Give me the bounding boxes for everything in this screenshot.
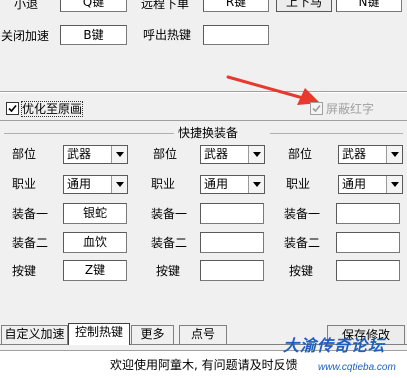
chevron-down-icon — [111, 146, 127, 163]
job-label-2: 职业 — [151, 177, 176, 191]
chevron-down-icon — [248, 146, 264, 163]
optimize-checkbox[interactable] — [6, 102, 19, 115]
chevron-down-icon — [386, 146, 402, 163]
slot-label-3: 部位 — [288, 147, 313, 161]
equip1-field-1[interactable]: 银蛇 — [63, 203, 127, 224]
key-field-3[interactable] — [336, 260, 400, 281]
label-call-hotkey: 呼出热键 — [143, 28, 192, 42]
separator-mid — [0, 120, 407, 121]
tab-control-hotkeys[interactable]: 控制热键 — [68, 323, 130, 345]
remote-order-key-field[interactable]: R键 — [203, 0, 269, 12]
key-label-3: 按键 — [289, 264, 314, 278]
chevron-down-icon — [248, 176, 264, 193]
tab-more[interactable]: 更多 — [131, 325, 174, 344]
job-select-1[interactable]: 通用 — [63, 175, 128, 194]
equip2-label-1: 装备二 — [12, 236, 49, 250]
equip2-label-2: 装备二 — [151, 236, 188, 250]
equip1-field-2[interactable] — [200, 203, 264, 224]
block-red-label[interactable]: 屏蔽红字 — [326, 102, 374, 116]
slot-select-1[interactable]: 武器 — [63, 145, 128, 164]
label-remote-order: 远程下单 — [141, 0, 190, 11]
chevron-down-icon — [386, 176, 402, 193]
job-select-3[interactable]: 通用 — [338, 175, 403, 194]
logout-key-field[interactable]: Q键 — [60, 0, 127, 12]
slot-label-2: 部位 — [153, 147, 178, 161]
chevron-down-icon — [111, 176, 127, 193]
mount-key-field[interactable]: N键 — [336, 0, 402, 12]
slot-select-3[interactable]: 武器 — [338, 145, 403, 164]
job-select-2[interactable]: 通用 — [200, 175, 265, 194]
equip1-label-2: 装备一 — [151, 207, 188, 221]
call-hotkey-field[interactable] — [203, 25, 269, 45]
equip2-field-3[interactable] — [336, 232, 400, 253]
key-label-1: 按键 — [12, 264, 37, 278]
equip2-field-2[interactable] — [200, 232, 264, 253]
label-logout: 小退 — [14, 0, 39, 11]
quick-equip-title: 快捷换装备 — [178, 126, 239, 140]
checkmark-icon — [8, 104, 17, 113]
key-label-2: 按键 — [156, 264, 181, 278]
key-field-2[interactable] — [200, 260, 264, 281]
key-field-1[interactable]: Z键 — [63, 260, 127, 281]
equip1-label-3: 装备一 — [284, 207, 321, 221]
mount-button[interactable]: 上下马 — [276, 0, 332, 12]
status-text: 欢迎使用阿童木, 有问题请及时反馈 — [110, 358, 298, 372]
watermark-url: www.cqtieba.com — [318, 362, 396, 373]
checkmark-icon — [312, 104, 321, 113]
tab-points[interactable]: 点号 — [179, 325, 227, 344]
quick-equip-group-border-left — [4, 133, 174, 134]
job-label-1: 职业 — [12, 177, 37, 191]
separator-top-hl — [0, 92, 407, 93]
equip1-label-1: 装备一 — [12, 207, 49, 221]
block-red-checkbox[interactable] — [310, 102, 323, 115]
slot-select-2[interactable]: 武器 — [200, 145, 265, 164]
equip2-label-3: 装备二 — [284, 236, 321, 250]
close-speedup-key-field[interactable]: B键 — [60, 25, 127, 45]
quick-equip-group-border-right — [270, 133, 403, 134]
equip1-field-3[interactable] — [336, 203, 400, 224]
slot-label-1: 部位 — [12, 147, 37, 161]
job-label-3: 职业 — [286, 177, 311, 191]
tab-custom-speed[interactable]: 自定义加速 — [1, 325, 68, 344]
optimize-label[interactable]: 优化至原画 — [20, 101, 84, 117]
watermark-title: 大渝传奇论坛 — [283, 336, 386, 355]
label-close-speedup: 关闭加速 — [1, 29, 50, 43]
equip2-field-1[interactable]: 血饮 — [63, 232, 127, 253]
